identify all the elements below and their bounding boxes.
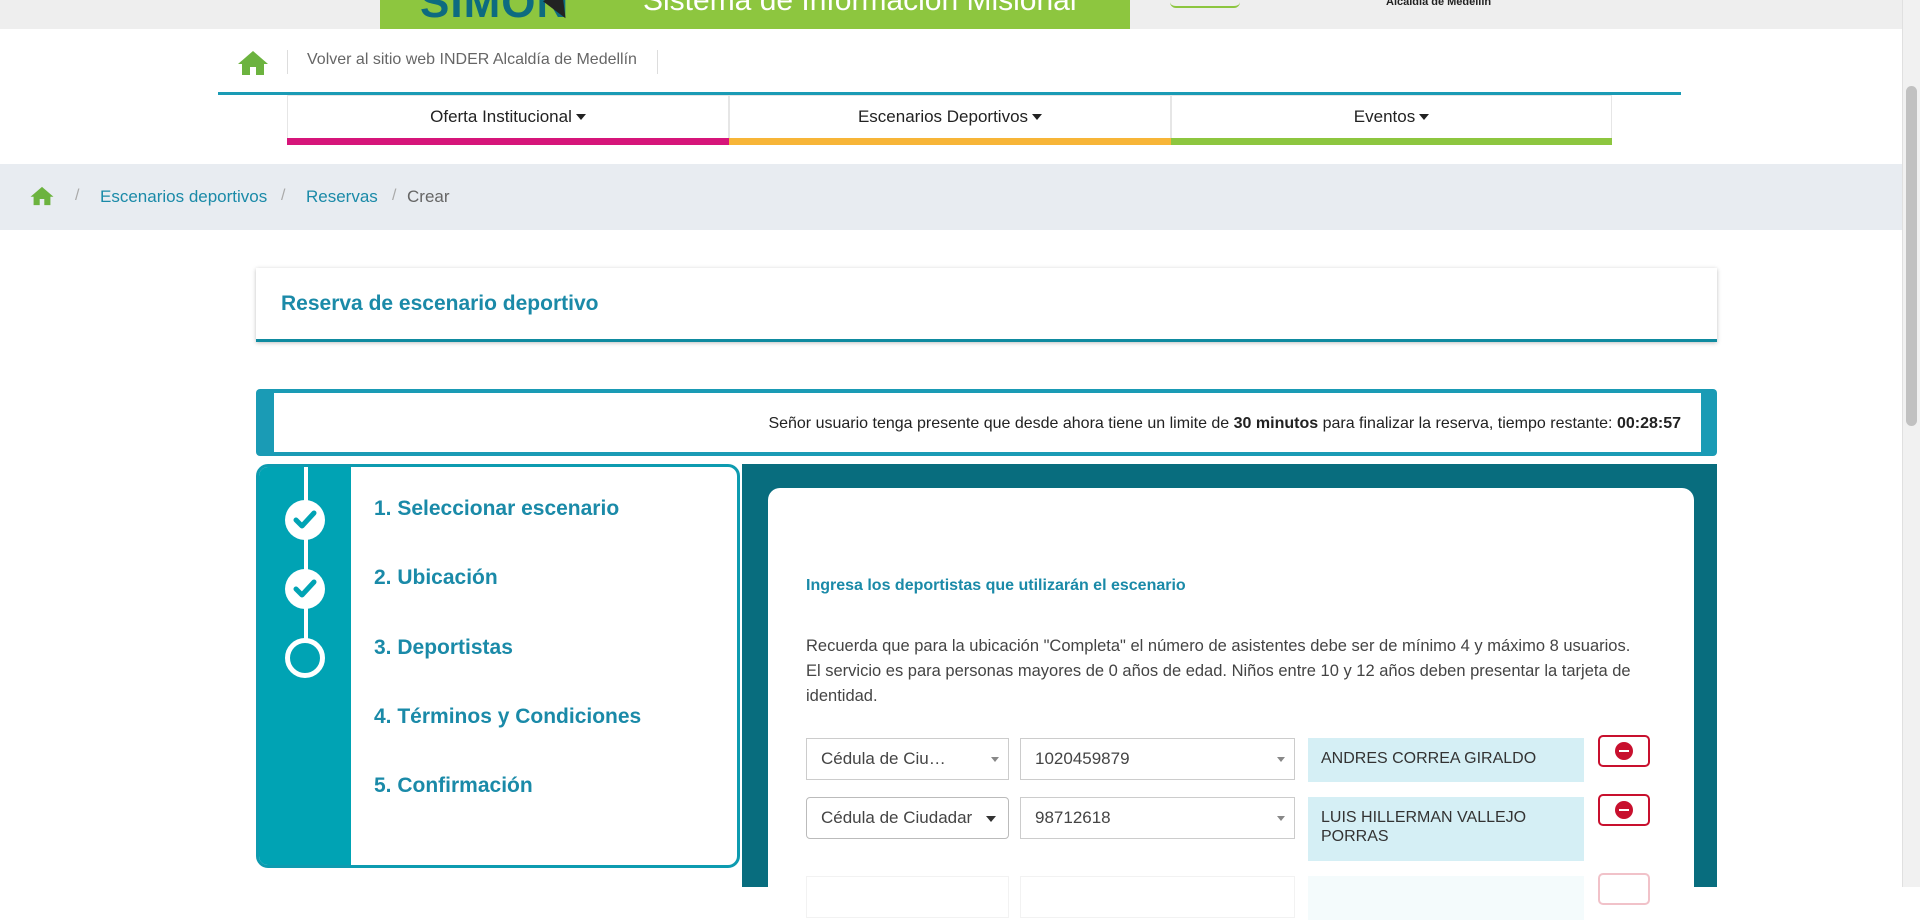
banner-system-name: Sistema de Información Misional [643,0,1077,17]
athlete-name: ANDRES CORREA GIRALDO [1308,738,1584,782]
dropdown-arrow-icon [1277,816,1285,821]
caret-down-icon [1419,114,1430,120]
site-header: Volver al sitio web INDER Alcaldía de Me… [218,38,1681,95]
timer-text-after: para finalizar la reserva, tiempo restan… [1322,415,1613,432]
inder-logo-swoosh [1170,2,1240,8]
remove-athlete-button[interactable] [1598,794,1650,826]
timer-banner: Señor usuario tenga presente que desde a… [256,389,1717,456]
minus-circle-icon [1615,742,1633,760]
breadcrumb-current: Crear [407,187,450,206]
form-area: Ingresa los deportistas que utilizarán e… [742,464,1717,920]
timer-message: Señor usuario tenga presente que desde a… [768,415,1681,433]
step-current-circle-icon [285,638,325,678]
steps-connector [304,467,308,659]
dropdown-arrow-icon [991,757,999,762]
step-check-icon [285,500,325,540]
page-title-card: Reserva de escenario deportivo [256,268,1717,342]
doc-number-value: 98712618 [1035,808,1111,827]
breadcrumb-reservas[interactable]: Reservas [306,187,378,207]
alcaldia-logo-text: Alcaldía de Medellín [1386,0,1492,8]
breadcrumb-separator: / [75,187,80,204]
nav-item-label: Oferta Institucional [430,107,572,126]
doc-type-select[interactable] [806,876,1009,918]
header-divider [287,50,288,74]
step-confirmacion: 5. Confirmación [374,774,533,797]
home-icon[interactable] [236,49,270,77]
page-title: Reserva de escenario deportivo [281,292,599,315]
nav-eventos[interactable]: Eventos [1171,95,1612,138]
page-scrollbar[interactable] [1902,0,1920,887]
doc-number-select[interactable] [1020,876,1295,918]
step-seleccionar-escenario[interactable]: 1. Seleccionar escenario [374,497,619,521]
step-deportistas: 3. Deportistas [374,636,513,659]
doc-type-value: Cédula de Ciudadar [821,808,973,827]
doc-number-value: 1020459879 [1035,749,1130,768]
header-divider [657,50,658,74]
nav-underline-green [1171,138,1612,145]
timer-inner: Señor usuario tenga presente que desde a… [274,393,1701,452]
athletes-form-card: Ingresa los deportistas que utilizarán e… [768,488,1694,920]
nav-item-label: Eventos [1353,107,1416,126]
nav-item-label: Escenarios Deportivos [857,107,1029,126]
caret-down-icon [1032,114,1043,120]
breadcrumb-separator: / [281,187,286,204]
doc-type-select[interactable]: Cédula de Ciudadar [806,797,1009,839]
form-note: Recuerda que para la ubicación "Completa… [806,637,1631,705]
caret-down-icon [575,114,586,120]
step-check-icon [285,569,325,609]
doc-number-select[interactable]: 1020459879 [1020,738,1295,780]
step-terminos-condiciones: 4. Términos y Condiciones [374,705,642,728]
back-to-site-link[interactable]: Volver al sitio web INDER Alcaldía de Me… [307,51,637,69]
nav-escenarios-deportivos[interactable]: Escenarios Deportivos [729,95,1171,138]
minus-circle-icon [1615,801,1633,819]
remove-athlete-button[interactable] [1598,873,1650,905]
top-banner: SIMON Sistema de Información Misional Al… [0,0,1903,29]
timer-text-before: Señor usuario tenga presente que desde a… [768,415,1230,432]
banner-logo-area: SIMON Sistema de Información Misional [380,0,1130,29]
form-heading: Ingresa los deportistas que utilizarán e… [806,577,1186,594]
timer-limit: 30 minutos [1233,415,1319,432]
breadcrumb-separator: / [392,187,397,204]
doc-type-value: Cédula de Ciu… [821,749,946,768]
nav-underline-magenta [287,138,729,145]
remove-athlete-button[interactable] [1598,735,1650,767]
step-ubicacion[interactable]: 2. Ubicación [374,566,498,590]
doc-type-select[interactable]: Cédula de Ciu… [806,738,1009,780]
nav-oferta-institucional[interactable]: Oferta Institucional [287,95,729,138]
main-nav: Oferta Institucional Escenarios Deportiv… [287,95,1612,145]
breadcrumb: / Escenarios deportivos / Reservas / Cre… [0,164,1903,230]
timer-remaining: 00:28:57 [1616,415,1681,432]
doc-number-select[interactable]: 98712618 [1020,797,1295,839]
nav-underline-orange [729,138,1171,145]
breadcrumb-escenarios-deportivos[interactable]: Escenarios deportivos [100,187,267,207]
athlete-name [1308,876,1584,920]
dropdown-arrow-icon [1277,757,1285,762]
wizard-steps: 1. Seleccionar escenario 2. Ubicación 3.… [256,464,740,868]
athlete-name: LUIS HILLERMAN VALLEJO PORRAS [1308,797,1584,861]
dropdown-arrow-icon [986,816,996,822]
scrollbar-thumb[interactable] [1906,86,1917,426]
breadcrumb-home-icon[interactable] [29,185,55,212]
